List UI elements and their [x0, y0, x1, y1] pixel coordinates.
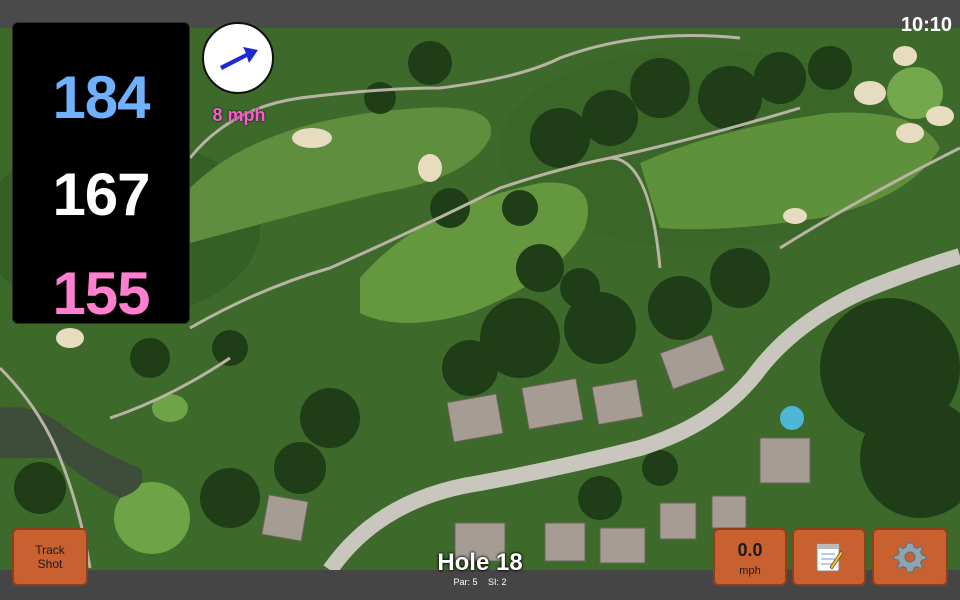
notepad-icon — [816, 543, 844, 572]
gear-icon — [893, 542, 927, 573]
track-shot-label-line1: Track — [35, 543, 65, 557]
par-label: Par: 5 — [453, 577, 478, 587]
track-shot-button[interactable]: Track Shot — [12, 528, 88, 586]
hole-title: Hole 18 — [437, 549, 523, 576]
wind-indicator — [202, 22, 274, 94]
wind-arrow-icon — [220, 47, 258, 70]
back-distance: 184 — [52, 64, 150, 131]
notes-button[interactable] — [792, 528, 866, 586]
wind-speed-value: 0.0 — [737, 540, 763, 560]
wind-speed-label: 8 mph — [212, 105, 266, 125]
distance-panel: 184 167 155 — [12, 22, 190, 327]
middle-distance: 167 — [52, 161, 150, 228]
front-distance: 155 — [52, 260, 150, 327]
hole-info: Par: 5 SI: 2 — [380, 577, 580, 587]
settings-button[interactable] — [872, 528, 948, 586]
track-shot-label-line2: Shot — [37, 557, 63, 571]
wind-speed-button[interactable]: 0.0 mph — [713, 528, 787, 586]
clock: 10:10 — [900, 14, 952, 36]
stroke-index-label: SI: 2 — [488, 577, 507, 587]
wind-speed-unit: mph — [739, 565, 761, 577]
